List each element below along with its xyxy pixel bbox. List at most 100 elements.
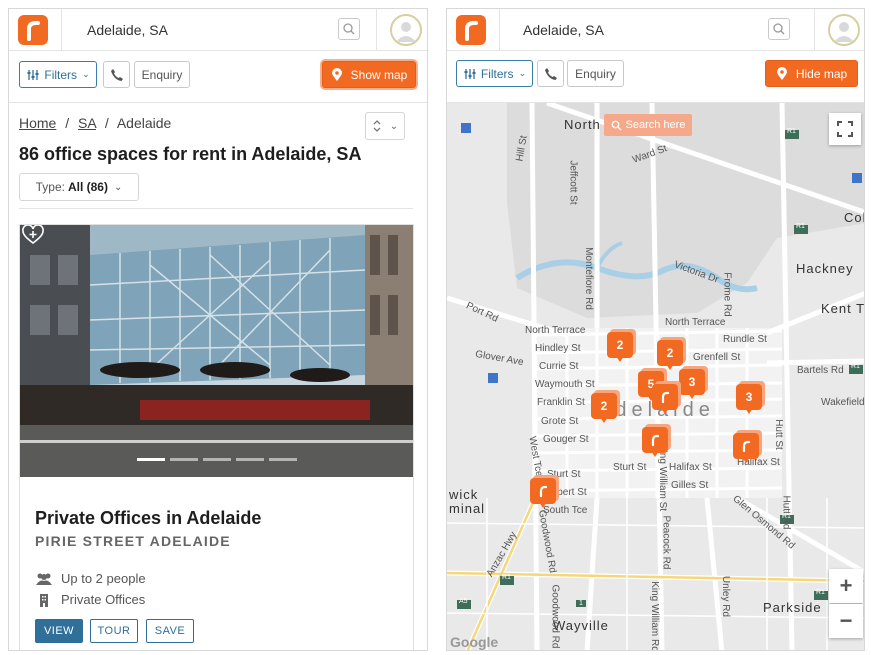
map-marker[interactable]: 2 (607, 332, 633, 362)
app-logo[interactable] (18, 15, 48, 45)
toolbar: Filters ⌄ Enquiry Show map (9, 51, 427, 103)
carousel-dot[interactable] (137, 458, 165, 461)
listing-card[interactable]: Private Offices in Adelaide PIRIE STREET… (19, 224, 414, 650)
carousel-dot[interactable] (170, 458, 198, 461)
chevron-down-icon: ⌄ (389, 120, 399, 132)
breadcrumb-current: Adelaide (116, 115, 172, 131)
listing-photo[interactable] (20, 225, 413, 477)
map-label: Hutt St (772, 419, 784, 450)
sliders-icon (27, 69, 39, 80)
avatar[interactable] (828, 14, 860, 46)
route-badge: R1 (851, 363, 860, 370)
sliders-icon (464, 68, 476, 79)
hide-map-label: Hide map (795, 66, 848, 81)
phone-button[interactable] (103, 61, 130, 88)
brand-pin-icon (530, 478, 556, 504)
building-icon (40, 593, 48, 607)
map-label: Wakefield (821, 397, 865, 408)
people-icon (36, 573, 52, 585)
route-badge: R1 (787, 128, 796, 135)
listing-panel: Adelaide, SA Filters ⌄ Enquiry Show map … (8, 8, 428, 651)
chevron-down-icon: ⌄ (82, 69, 90, 79)
filters-button[interactable]: Filters ⌄ (456, 60, 533, 87)
map-marker[interactable] (642, 427, 668, 457)
map-label: Montefiore Rd (582, 247, 594, 310)
favorite-button[interactable] (22, 225, 44, 245)
save-button[interactable]: SAVE (146, 619, 194, 643)
map-label: Currie St (539, 361, 579, 372)
map-label: Bartels Rd (797, 365, 844, 376)
tour-button[interactable]: TOUR (90, 619, 138, 643)
enquiry-button[interactable]: Enquiry (134, 61, 190, 88)
view-button[interactable]: VIEW (35, 619, 83, 643)
route-badge: R1 (816, 589, 825, 596)
sort-icon (373, 120, 381, 132)
map-marker[interactable]: 3 (736, 384, 762, 414)
map-marker[interactable]: 2 (657, 340, 683, 370)
map-pin-icon (776, 66, 787, 80)
search-here-button[interactable]: Search here (604, 114, 692, 136)
listing-title[interactable]: Private Offices in Adelaide (35, 508, 261, 529)
map-label: Wayville (553, 618, 609, 633)
show-map-button[interactable]: Show map (322, 61, 416, 88)
type-filter-label: Type: (35, 180, 65, 194)
map-label: Unley Rd (720, 575, 732, 618)
type-filter-value: All (86) (67, 180, 108, 194)
app-logo[interactable] (456, 15, 486, 45)
heart-plus-icon (22, 225, 44, 245)
map-label: Goodwood Rd (549, 584, 561, 649)
user-icon (396, 22, 416, 42)
type-filter-dropdown[interactable]: Type: All (86) ⌄ (19, 173, 139, 201)
map-label: Grote St (541, 416, 579, 427)
map-label: Halifax St (669, 462, 712, 473)
breadcrumb-home[interactable]: Home (19, 115, 56, 131)
map-label: Hackney (796, 261, 854, 276)
page-title: 86 office spaces for rent in Adelaide, S… (19, 144, 362, 164)
route-badge: 1 (576, 600, 586, 607)
brand-pin-icon (733, 433, 759, 459)
header: Adelaide, SA (9, 9, 427, 51)
map-marker[interactable] (733, 433, 759, 463)
map-marker[interactable] (530, 478, 556, 508)
map-marker[interactable] (652, 384, 678, 414)
carousel-dot[interactable] (203, 458, 231, 461)
zoom-in-button[interactable]: + (829, 569, 863, 603)
map-label: King William Rd (648, 581, 660, 651)
map-marker[interactable]: 3 (679, 369, 705, 399)
chevron-down-icon: ⌄ (518, 68, 527, 78)
filters-button[interactable]: Filters ⌄ (19, 61, 97, 88)
hide-map-button[interactable]: Hide map (765, 60, 858, 87)
zoom-out-button[interactable]: − (829, 604, 863, 638)
capacity-row: Up to 2 people (35, 571, 146, 586)
search-button[interactable] (768, 18, 790, 40)
header: Adelaide, SA (447, 9, 864, 51)
enquiry-button[interactable]: Enquiry (567, 60, 624, 87)
fullscreen-button[interactable] (829, 113, 861, 145)
photo-carousel-dots[interactable] (137, 458, 297, 461)
map-label: Hindley St (535, 343, 581, 354)
phone-button[interactable] (537, 60, 564, 87)
route-badge: A5 (459, 598, 468, 605)
search-icon (343, 23, 355, 35)
avatar[interactable] (390, 14, 422, 46)
map-canvas[interactable]: North Adelaide Hackney Kent T Col Parksi… (447, 103, 865, 651)
breadcrumb-state[interactable]: SA (78, 115, 96, 131)
location-text[interactable]: Adelaide, SA (87, 22, 168, 38)
search-icon (611, 120, 621, 130)
map-label: Rundle St (723, 334, 767, 345)
location-text[interactable]: Adelaide, SA (523, 22, 604, 38)
show-map-label: Show map (350, 67, 408, 82)
carousel-dot[interactable] (269, 458, 297, 461)
map-label: Frome Rd (721, 272, 733, 317)
capacity-text: Up to 2 people (61, 571, 146, 586)
breadcrumb-separator: / (104, 115, 109, 131)
map-label: Sturt St (613, 462, 647, 473)
map-label: Gilles St (671, 480, 709, 491)
sort-button[interactable]: ⌄ (365, 112, 405, 140)
map-marker[interactable]: 2 (591, 393, 617, 423)
route-badge: R1 (782, 513, 791, 520)
route-badge: R1 (796, 223, 805, 230)
space-type-text: Private Offices (61, 592, 146, 607)
carousel-dot[interactable] (236, 458, 264, 461)
search-button[interactable] (338, 18, 360, 40)
